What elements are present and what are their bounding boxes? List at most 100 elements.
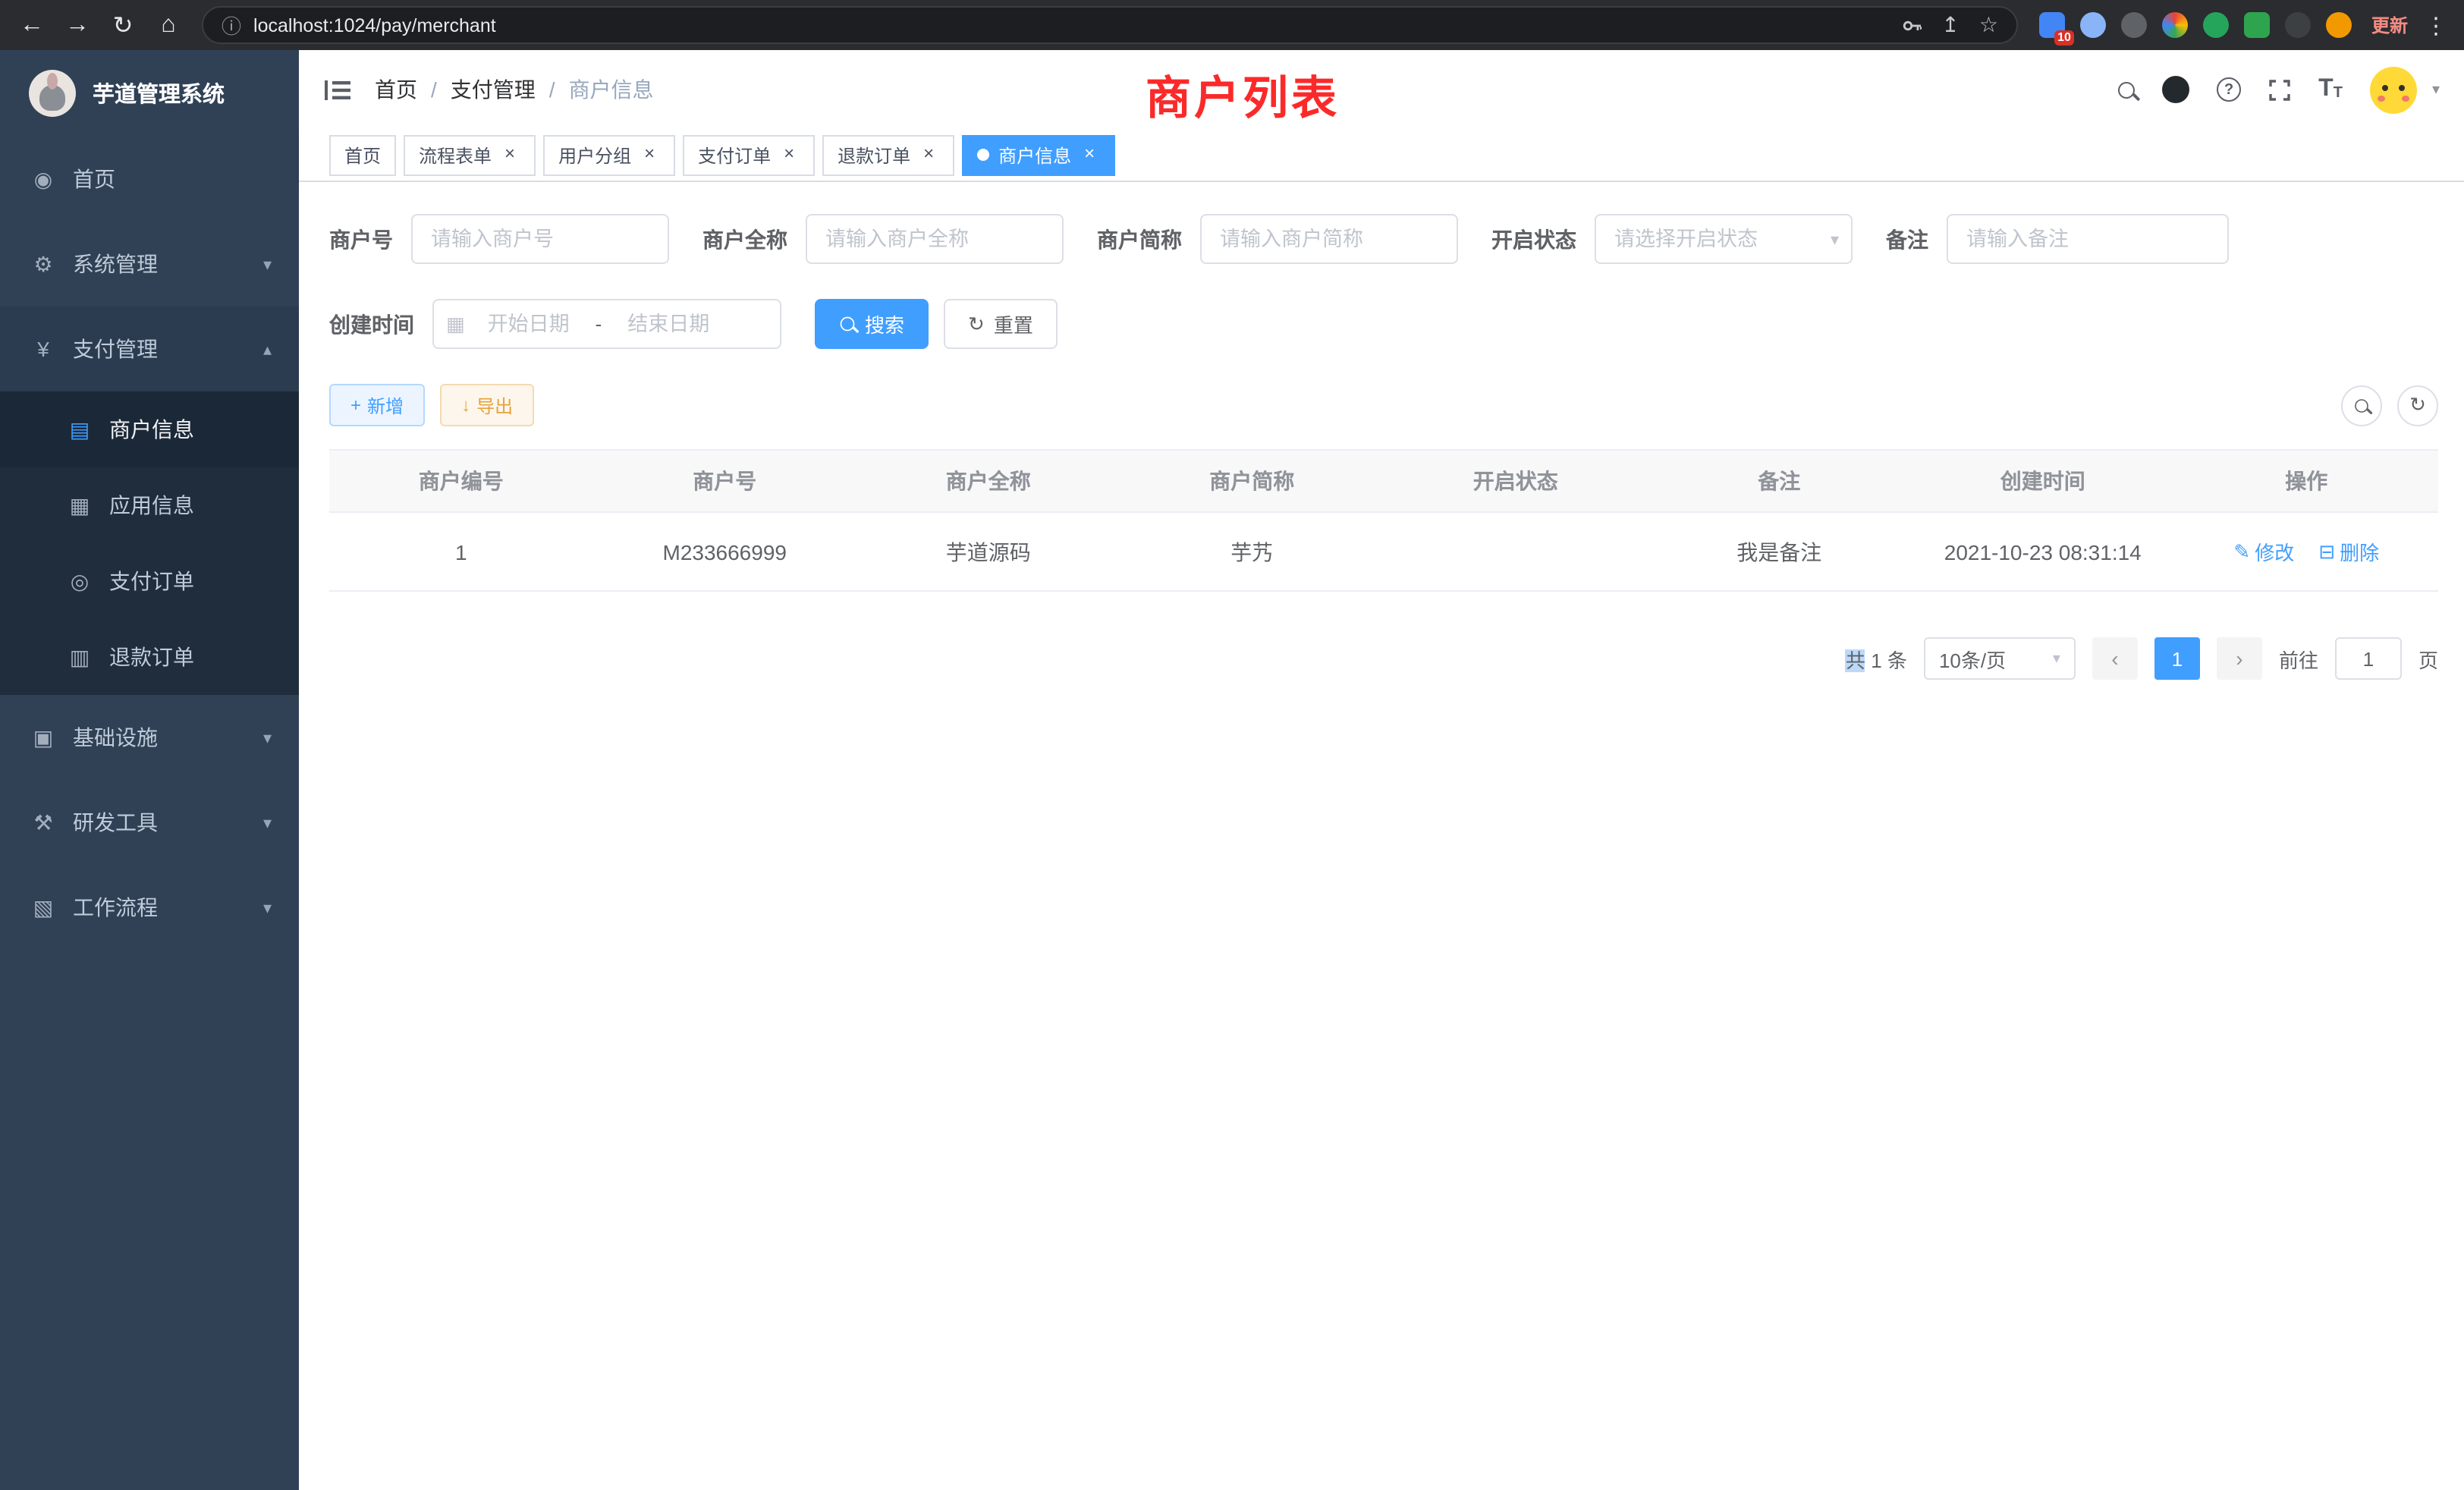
- status-label: 开启状态: [1491, 224, 1576, 254]
- search-icon[interactable]: [2118, 81, 2135, 98]
- add-button[interactable]: + 新增: [329, 384, 425, 426]
- cell-create-time: 2021-10-23 08:31:14: [1911, 539, 2175, 564]
- sidebar-item-app-info[interactable]: ▦ 应用信息: [0, 467, 299, 543]
- sidebar-item-infrastructure[interactable]: ▣ 基础设施 ▾: [0, 695, 299, 780]
- share-icon[interactable]: ↥: [1941, 12, 1959, 38]
- merchant-no-input[interactable]: [411, 214, 669, 264]
- extension-icon-dark[interactable]: [2121, 12, 2147, 38]
- tab-home[interactable]: 首页: [329, 134, 396, 175]
- gear-icon: ⚙: [30, 251, 56, 277]
- forward-icon[interactable]: →: [56, 4, 99, 46]
- filter-create-time: 创建时间 ▦ -: [329, 299, 781, 349]
- reset-button[interactable]: ↻ 重置: [944, 299, 1058, 349]
- extension-icon-blue[interactable]: [2080, 12, 2106, 38]
- tab-refund-order[interactable]: 退款订单×: [822, 134, 954, 175]
- sidebar-item-pay-order[interactable]: ◎ 支付订单: [0, 543, 299, 619]
- extension-icon-green-square[interactable]: [2244, 12, 2270, 38]
- remark-input[interactable]: [1947, 214, 2229, 264]
- monitor-icon: ▣: [30, 725, 56, 750]
- help-icon[interactable]: ?: [2217, 77, 2241, 102]
- status-select-input[interactable]: [1595, 214, 1853, 264]
- search-icon: [841, 317, 855, 332]
- key-icon[interactable]: [1900, 14, 1922, 36]
- edit-button[interactable]: ✎修改: [2233, 537, 2294, 566]
- annotation-merchant-list: 商户列表: [1146, 61, 1340, 127]
- col-create-time: 创建时间: [1911, 466, 2175, 496]
- close-icon[interactable]: ×: [499, 144, 520, 165]
- edit-icon: ✎: [2233, 539, 2250, 564]
- site-info-icon[interactable]: ⓘ: [222, 11, 241, 39]
- tab-merchant-info[interactable]: 商户信息×: [962, 134, 1115, 175]
- grid-icon: ▦: [67, 492, 93, 518]
- font-size-icon[interactable]: TT: [2318, 77, 2343, 102]
- sidebar-item-label: 系统管理: [73, 249, 158, 279]
- page-number-button[interactable]: 1: [2154, 637, 2200, 680]
- chevron-down-icon: ▾: [263, 897, 272, 917]
- reload-icon[interactable]: ↻: [102, 4, 144, 46]
- toggle-search-button[interactable]: [2341, 385, 2382, 426]
- address-bar[interactable]: ⓘ localhost:1024/pay/merchant ↥ ☆: [202, 6, 2018, 44]
- delete-button[interactable]: ⊟删除: [2318, 537, 2379, 566]
- user-avatar[interactable]: [2370, 66, 2417, 113]
- breadcrumb-payment[interactable]: 支付管理: [451, 74, 536, 105]
- next-page-button[interactable]: ›: [2217, 637, 2262, 680]
- close-icon[interactable]: ×: [918, 144, 939, 165]
- extension-icon-badged[interactable]: 10: [2039, 12, 2065, 38]
- tab-pay-order[interactable]: 支付订单×: [683, 134, 815, 175]
- yen-icon: ¥: [30, 337, 56, 361]
- sidebar-item-label: 退款订单: [109, 642, 194, 672]
- goto-page-input[interactable]: [2335, 637, 2402, 680]
- page-size-select[interactable]: 10条/页 ▾: [1924, 637, 2076, 680]
- sidebar-item-workflow[interactable]: ▧ 工作流程 ▾: [0, 865, 299, 950]
- browser-menu-icon[interactable]: ⋮: [2425, 11, 2447, 39]
- home-icon[interactable]: ⌂: [147, 4, 190, 46]
- sidebar-logo: 芋道管理系统: [0, 50, 299, 137]
- github-icon[interactable]: [2162, 76, 2189, 103]
- cell-actions: ✎修改 ⊟删除: [2175, 537, 2439, 566]
- date-start-input[interactable]: [471, 313, 586, 335]
- fullscreen-icon[interactable]: [2268, 78, 2291, 101]
- tab-user-group[interactable]: 用户分组×: [543, 134, 675, 175]
- goto-suffix: 页: [2418, 644, 2438, 673]
- sidebar-fold-icon[interactable]: [325, 78, 350, 101]
- extensions-pin-icon[interactable]: [2285, 12, 2311, 38]
- close-icon[interactable]: ×: [639, 144, 660, 165]
- sidebar-item-devtools[interactable]: ⚒ 研发工具 ▾: [0, 780, 299, 865]
- back-icon[interactable]: ←: [11, 4, 53, 46]
- browser-update-button[interactable]: 更新: [2371, 12, 2408, 38]
- date-end-input[interactable]: [611, 313, 726, 335]
- breadcrumb-home[interactable]: 首页: [375, 74, 417, 105]
- export-button[interactable]: ↓ 导出: [440, 384, 534, 426]
- prev-page-button[interactable]: ‹: [2092, 637, 2138, 680]
- extension-icon-colorful[interactable]: [2162, 12, 2188, 38]
- col-remark: 备注: [1648, 466, 1912, 496]
- extension-icon-green-circle[interactable]: [2203, 12, 2229, 38]
- close-icon[interactable]: ×: [778, 144, 800, 165]
- chevron-down-icon: ▾: [263, 254, 272, 274]
- status-select[interactable]: ▾: [1595, 214, 1853, 264]
- toolbar-right-actions: ↻: [2341, 385, 2438, 426]
- breadcrumb-separator: /: [549, 77, 555, 102]
- sidebar-item-merchant-info[interactable]: ▤ 商户信息: [0, 391, 299, 467]
- sidebar-submenu-payment: ▤ 商户信息 ▦ 应用信息 ◎ 支付订单 ▥ 退款订单: [0, 391, 299, 695]
- refresh-button[interactable]: ↻: [2397, 385, 2438, 426]
- sidebar-item-home[interactable]: ◉ 首页: [0, 137, 299, 222]
- cell-full-name: 芋道源码: [856, 536, 1120, 567]
- goto-label: 前往: [2279, 644, 2318, 673]
- bookmark-star-icon[interactable]: ☆: [1979, 12, 1998, 38]
- profile-avatar-icon[interactable]: [2326, 12, 2352, 38]
- sidebar-item-payment[interactable]: ¥ 支付管理 ▴: [0, 306, 299, 391]
- date-range-picker[interactable]: ▦ -: [432, 299, 781, 349]
- full-name-input[interactable]: [806, 214, 1064, 264]
- close-icon[interactable]: ×: [1079, 144, 1100, 165]
- short-name-input[interactable]: [1200, 214, 1458, 264]
- tab-process-form[interactable]: 流程表单×: [404, 134, 536, 175]
- table-toolbar: + 新增 ↓ 导出 ↻: [329, 384, 2438, 426]
- chevron-down-icon: ▾: [263, 728, 272, 747]
- col-full-name: 商户全称: [856, 466, 1120, 496]
- avatar-dropdown-caret-icon[interactable]: ▾: [2432, 81, 2440, 98]
- refresh-icon: ↻: [2409, 393, 2426, 417]
- search-button[interactable]: 搜索: [815, 299, 929, 349]
- sidebar-item-refund-order[interactable]: ▥ 退款订单: [0, 619, 299, 695]
- sidebar-item-system[interactable]: ⚙ 系统管理 ▾: [0, 222, 299, 306]
